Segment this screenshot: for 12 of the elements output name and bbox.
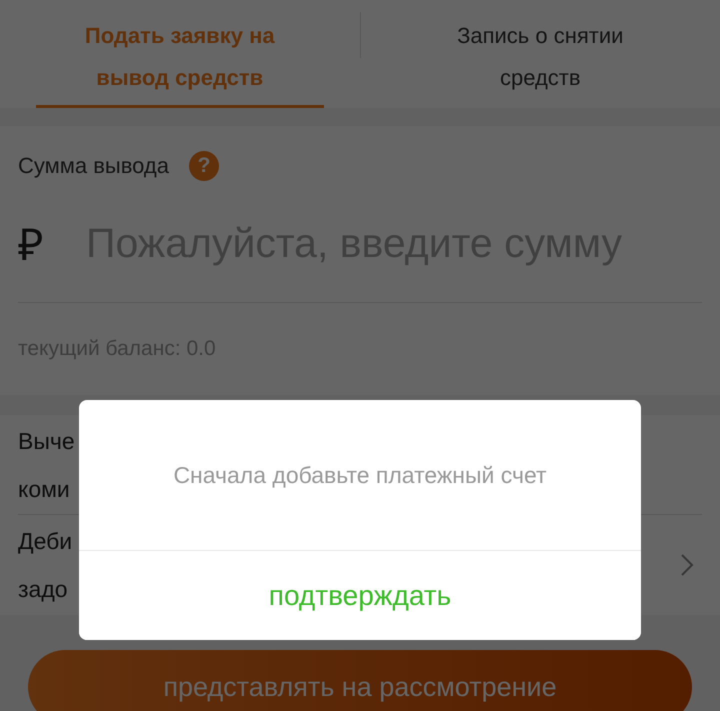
tab[interactable]: Запись о снятии средств [396, 0, 684, 108]
submit-button[interactable]: представлять на рассмотрение [28, 650, 692, 711]
help-icon[interactable]: ? [189, 151, 220, 181]
row-label: Выче [18, 426, 75, 456]
chevron-right-icon[interactable] [680, 553, 694, 577]
amount-label: Сумма вывода [18, 153, 170, 179]
currency-symbol: ₽ [18, 220, 45, 272]
tab[interactable]: Подать заявку на вывод средств [36, 0, 324, 108]
row-label: коми [18, 474, 70, 504]
row-label: задо [18, 575, 68, 604]
row-label: Деби [18, 527, 72, 556]
dialog-message: Сначала добавьте платежный счет [173, 462, 547, 488]
